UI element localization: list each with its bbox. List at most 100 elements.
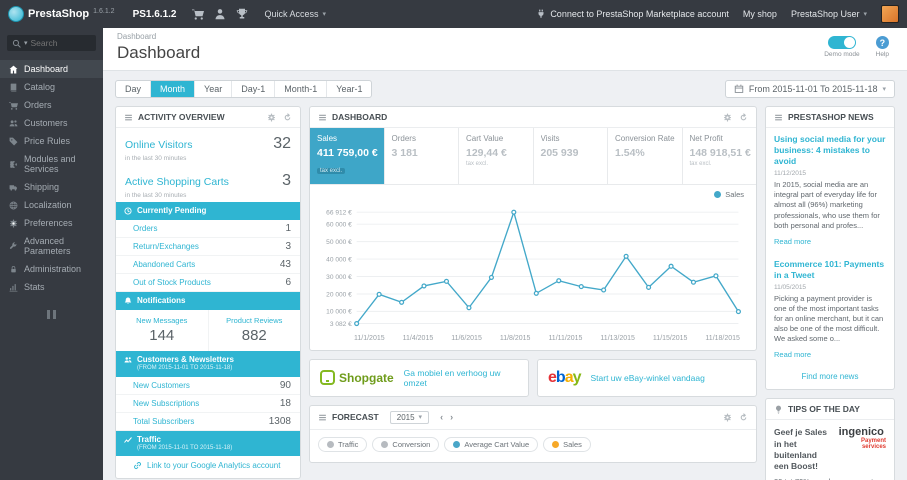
refresh-icon[interactable]: [739, 113, 748, 122]
cart-icon[interactable]: [192, 8, 204, 20]
kpi-net-profit[interactable]: Net Profit 148 918,51 € tax excl.: [681, 128, 757, 184]
ingenico-subtitle: Payment services: [860, 438, 886, 451]
notifications-title: Notifications: [137, 296, 186, 305]
read-more-link[interactable]: Read more: [774, 237, 811, 246]
collapse-menu-button[interactable]: [44, 310, 60, 319]
help-button[interactable]: ? Help: [876, 36, 889, 58]
kpi-conversion-rate[interactable]: Conversion Rate 1.54%: [607, 128, 682, 184]
search-scope-caret-icon[interactable]: ▾: [24, 39, 28, 47]
sidebar-item-catalog[interactable]: Catalog: [0, 78, 103, 96]
kpi-orders[interactable]: Orders 3 181: [383, 128, 459, 184]
news-article-link[interactable]: Using social media for your business: 4 …: [774, 134, 886, 167]
news-article-body: In 2015, social media are an integral pa…: [774, 180, 880, 230]
my-shop-link[interactable]: My shop: [743, 9, 777, 19]
kpi-sales[interactable]: Sales 411 759,00 € tax excl.: [310, 128, 384, 184]
pending-returns-link[interactable]: Return/Exchanges: [133, 242, 199, 251]
find-more-news-link[interactable]: Find more news: [766, 366, 894, 389]
gear-icon[interactable]: [267, 113, 276, 122]
pending-row-abandoned-carts: Abandoned Carts 43: [116, 256, 300, 274]
next-year-button[interactable]: ›: [448, 412, 455, 422]
kpi-visits[interactable]: Visits 205 939: [532, 128, 608, 184]
period-day-1-button[interactable]: Day-1: [231, 81, 274, 97]
sidebar-item-modules[interactable]: Modules and Services: [0, 150, 103, 178]
trophy-icon[interactable]: [236, 8, 248, 20]
sidebar-item-advanced-parameters[interactable]: Advanced Parameters: [0, 232, 103, 260]
quick-access-menu[interactable]: Quick Access ▾: [254, 9, 336, 19]
ebay-promo-link[interactable]: Start uw eBay-winkel vandaag: [591, 373, 705, 383]
ebay-logo: ebay: [548, 368, 581, 386]
product-reviews-cell[interactable]: Product Reviews 882: [209, 310, 301, 351]
total-subscribers-link[interactable]: Total Subscribers: [133, 417, 194, 426]
forecast-legend-item[interactable]: Average Cart Value: [444, 436, 539, 452]
forecast-legend-item[interactable]: Traffic: [318, 436, 368, 452]
forecast-legend-label: Traffic: [338, 439, 359, 449]
kpi-cart-value[interactable]: Cart Value 129,44 € tax excl.: [458, 128, 533, 184]
out-of-stock-link[interactable]: Out of Stock Products: [133, 278, 211, 287]
ingenico-logo: ingenico Payment services: [839, 427, 886, 471]
sidebar-item-dashboard[interactable]: Dashboard: [0, 60, 103, 78]
abandoned-carts-link[interactable]: Abandoned Carts: [133, 260, 195, 269]
shopgate-promo-link[interactable]: Ga mobiel en verhoog uw omzet: [404, 368, 518, 388]
active-carts-stat: Active Shopping Carts in the last 30 min…: [116, 165, 300, 202]
user-menu[interactable]: PrestaShop User ▾: [791, 9, 867, 19]
sidebar-item-label: Stats: [24, 282, 45, 292]
svg-text:66 912 €: 66 912 €: [326, 210, 352, 217]
period-day-button[interactable]: Day: [116, 81, 150, 97]
sidebar-item-price-rules[interactable]: Price Rules: [0, 132, 103, 150]
new-messages-link[interactable]: New Messages: [120, 316, 204, 325]
refresh-icon[interactable]: [283, 113, 292, 122]
period-month-1-button[interactable]: Month-1: [274, 81, 326, 97]
date-range-picker[interactable]: From 2015-11-01 To 2015-11-18 ▾: [724, 80, 895, 98]
google-analytics-link[interactable]: Link to your Google Analytics account: [116, 456, 300, 478]
employee-icon[interactable]: [214, 8, 226, 20]
shop-name-link[interactable]: PS1.6.1.2: [123, 9, 187, 20]
tips-panel-title: TIPS OF THE DAY: [788, 404, 860, 415]
sidebar-search[interactable]: ▾: [7, 35, 96, 51]
sidebar-item-localization[interactable]: Localization: [0, 196, 103, 214]
gear-icon[interactable]: [723, 113, 732, 122]
pending-orders-link[interactable]: Orders: [133, 224, 157, 233]
news-article-link[interactable]: Ecommerce 101: Payments in a Tweet: [774, 259, 886, 281]
kpi-sub: tax excl.: [466, 161, 489, 167]
refresh-icon[interactable]: [739, 413, 748, 422]
news-panel-title: PRESTASHOP NEWS: [788, 112, 874, 122]
pending-row-returns: Return/Exchanges 3: [116, 238, 300, 256]
sidebar-item-shipping[interactable]: Shipping: [0, 178, 103, 196]
sidebar-item-customers[interactable]: Customers: [0, 114, 103, 132]
sidebar-item-orders[interactable]: Orders: [0, 96, 103, 114]
sidebar-item-stats[interactable]: Stats: [0, 278, 103, 296]
version-label: 1.6.1.2: [93, 8, 115, 15]
forecast-legend-item[interactable]: Conversion: [372, 436, 440, 452]
period-year-1-button[interactable]: Year-1: [326, 81, 371, 97]
forecast-legend: Traffic Conversion Average Cart Value Sa…: [310, 430, 756, 462]
online-visitors-link[interactable]: Online Visitors: [125, 139, 193, 151]
new-subscriptions-link[interactable]: New Subscriptions: [133, 399, 199, 408]
activity-overview-panel: ACTIVITY OVERVIEW Online Visitors in the…: [115, 106, 301, 479]
sidebar-item-preferences[interactable]: Preferences: [0, 214, 103, 232]
avatar[interactable]: [881, 5, 899, 23]
kpi-value: 3 181: [391, 147, 418, 159]
forecast-legend-item[interactable]: Sales: [543, 436, 591, 452]
prestashop-logo[interactable]: PrestaShop 1.6.1.2: [0, 6, 123, 22]
read-more-link[interactable]: Read more: [774, 350, 811, 359]
chevron-down-icon: ▾: [418, 414, 423, 422]
breadcrumb[interactable]: Dashboard: [117, 32, 200, 41]
sidebar-item-administration[interactable]: Administration: [0, 260, 103, 278]
search-input[interactable]: [30, 38, 91, 48]
main-content: Dashboard Dashboard Demo mode ? Help Day…: [103, 28, 907, 480]
chart-legend[interactable]: Sales: [310, 185, 756, 199]
active-carts-link[interactable]: Active Shopping Carts: [125, 176, 229, 188]
chart-x-labels: 11/1/2015 11/4/2015 11/6/2015 11/8/2015 11/1…: [310, 335, 756, 350]
gear-icon[interactable]: [723, 413, 732, 422]
new-messages-cell[interactable]: New Messages 144: [116, 310, 209, 351]
new-customers-link[interactable]: New Customers: [133, 381, 190, 390]
period-month-button[interactable]: Month: [150, 81, 195, 97]
toggle-on-icon[interactable]: [827, 36, 856, 49]
product-reviews-link[interactable]: Product Reviews: [213, 316, 297, 325]
marketplace-link[interactable]: Connect to PrestaShop Marketplace accoun…: [536, 9, 729, 19]
previous-year-button[interactable]: ‹: [438, 412, 445, 422]
demo-mode-toggle[interactable]: Demo mode: [824, 36, 860, 58]
total-subscribers-row: Total Subscribers 1308: [116, 413, 300, 431]
period-year-button[interactable]: Year: [194, 81, 231, 97]
forecast-year-select[interactable]: 2015 ▾: [389, 410, 430, 424]
